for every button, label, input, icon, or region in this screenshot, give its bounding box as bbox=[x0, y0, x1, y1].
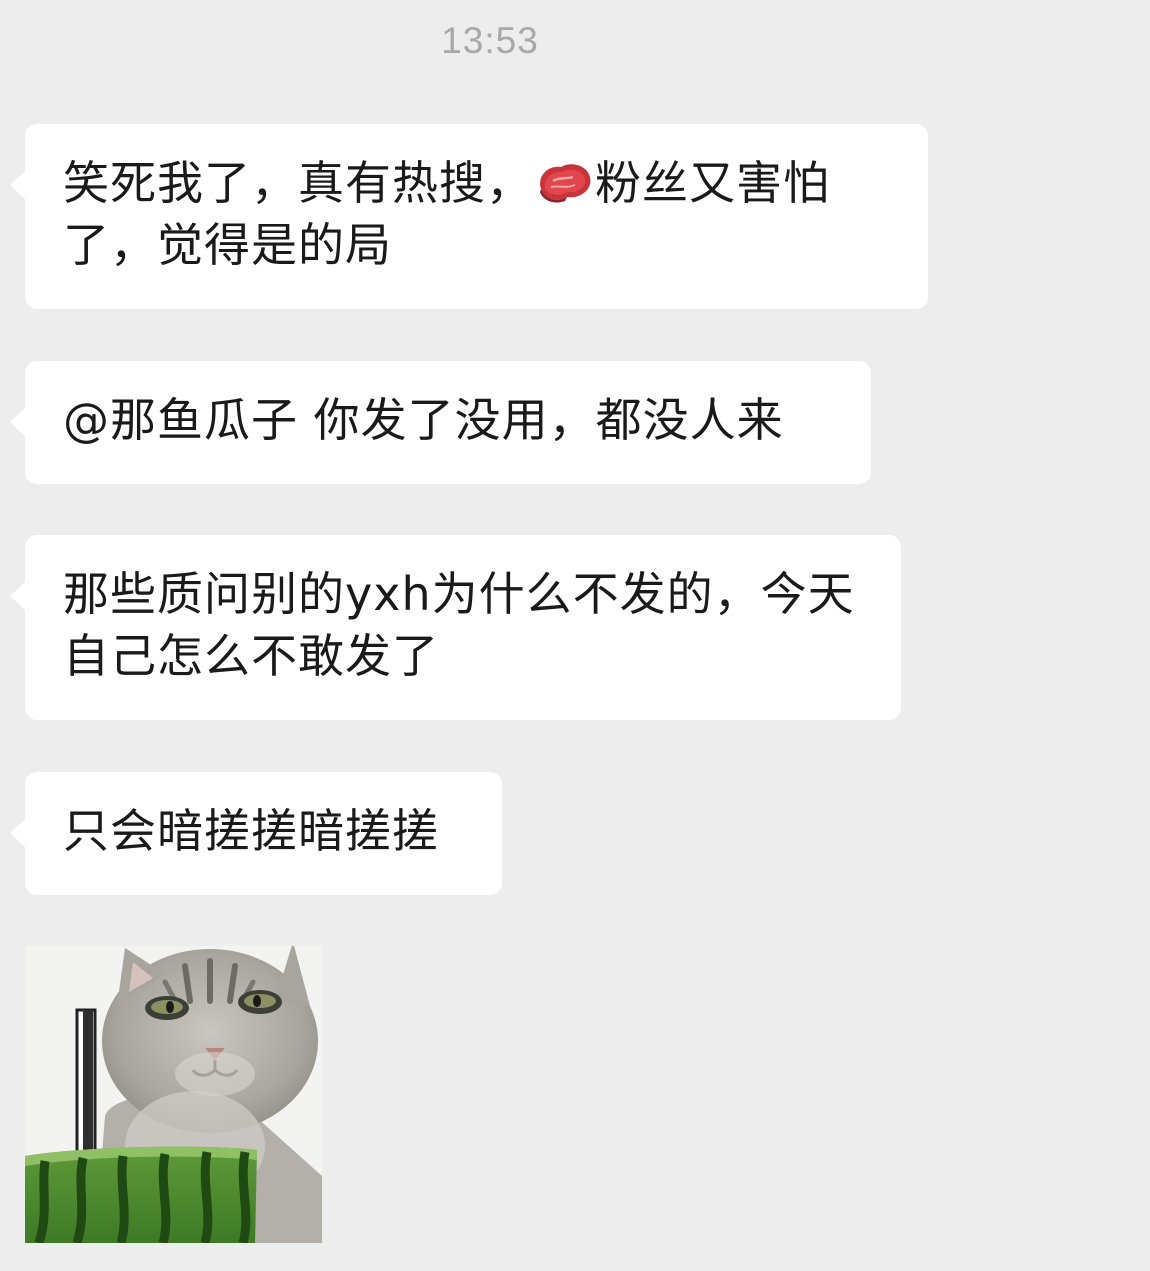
cat-watermelon-sticker[interactable] bbox=[25, 946, 322, 1243]
message-text: 那些质问别的yxh为什么不发的，今天自己怎么不敢发了 bbox=[63, 567, 855, 683]
chat-bubble[interactable]: 只会暗搓搓暗搓搓 bbox=[10, 772, 502, 895]
message-text: 只会暗搓搓暗搓搓 bbox=[63, 804, 439, 858]
sticker-image bbox=[25, 946, 322, 1243]
message-timestamp: 13:53 bbox=[441, 20, 539, 61]
message-text: 笑死我了，真有热搜， bbox=[63, 156, 533, 210]
chat-bubble[interactable]: 那些质问别的yxh为什么不发的，今天自己怎么不敢发了 bbox=[10, 535, 901, 720]
chat-bubble[interactable]: @那鱼瓜子 你发了没用，都没人来 bbox=[10, 361, 871, 484]
message-text: @那鱼瓜子 你发了没用，都没人来 bbox=[63, 393, 784, 447]
meat-icon bbox=[535, 158, 593, 204]
chat-bubble[interactable]: 笑死我了，真有热搜， 粉丝又害怕了，觉得是的局 bbox=[10, 124, 928, 309]
